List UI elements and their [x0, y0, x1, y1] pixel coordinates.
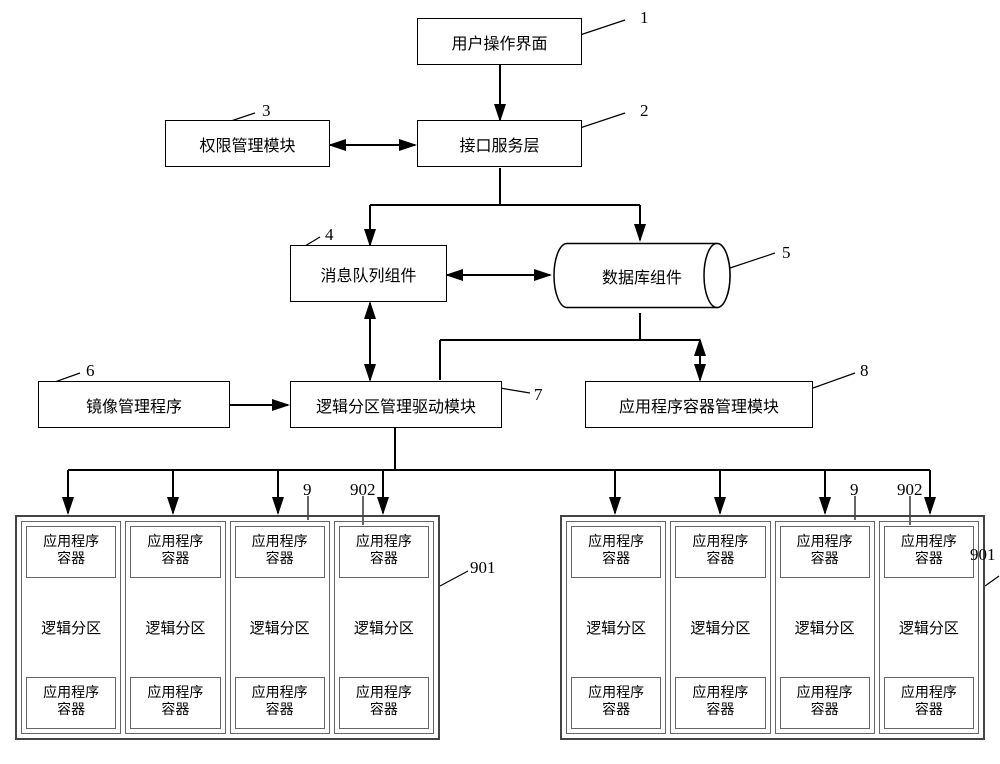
- logic-partition-label: 逻辑分区: [675, 605, 765, 650]
- num-7: 7: [534, 385, 543, 405]
- num-901: 901: [470, 558, 496, 578]
- node-user-interface: 用户操作界面: [417, 18, 582, 65]
- node-label: 用户操作界面: [451, 30, 547, 54]
- logic-partition-col: 应用程序 容器 逻辑分区 应用程序 容器: [670, 521, 770, 734]
- num-4: 4: [325, 225, 334, 245]
- logic-partition-label: 逻辑分区: [235, 605, 325, 650]
- app-container-cell: 应用程序 容器: [339, 526, 429, 578]
- logic-partition-label: 逻辑分区: [571, 605, 661, 650]
- node-label: 应用程序容器管理模块: [619, 393, 779, 417]
- num-9: 9: [850, 480, 859, 500]
- num-902: 902: [897, 480, 923, 500]
- num-3: 3: [262, 101, 271, 121]
- num-1: 1: [640, 8, 649, 28]
- node-database: 数据库组件: [552, 238, 732, 313]
- num-6: 6: [86, 361, 95, 381]
- logic-partition-col: 应用程序 容器 逻辑分区 应用程序 容器: [879, 521, 979, 734]
- app-container-cell: 应用程序 容器: [235, 677, 325, 729]
- app-container-cell: 应用程序 容器: [884, 526, 974, 578]
- app-container-cell: 应用程序 容器: [339, 677, 429, 729]
- app-container-cell: 应用程序 容器: [26, 526, 116, 578]
- app-container-cell: 应用程序 容器: [26, 677, 116, 729]
- app-container-cell: 应用程序 容器: [675, 526, 765, 578]
- node-interface-service: 接口服务层: [417, 120, 582, 167]
- logic-partition-label: 逻辑分区: [26, 605, 116, 650]
- node-label: 权限管理模块: [199, 132, 295, 156]
- num-901: 901: [970, 545, 996, 565]
- logic-partition-col: 应用程序 容器 逻辑分区 应用程序 容器: [334, 521, 434, 734]
- app-container-cell: 应用程序 容器: [884, 677, 974, 729]
- logic-partition-col: 应用程序 容器 逻辑分区 应用程序 容器: [21, 521, 121, 734]
- node-label: 接口服务层: [459, 132, 539, 156]
- logic-partition-label: 逻辑分区: [884, 605, 974, 650]
- node-permission-mgmt: 权限管理模块: [165, 120, 330, 167]
- num-2: 2: [640, 101, 649, 121]
- num-9: 9: [303, 480, 312, 500]
- node-label: 逻辑分区管理驱动模块: [316, 393, 476, 417]
- node-label: 数据库组件: [552, 264, 732, 288]
- logic-partition-col: 应用程序 容器 逻辑分区 应用程序 容器: [230, 521, 330, 734]
- node-image-mgmt: 镜像管理程序: [38, 381, 230, 428]
- logic-partition-col: 应用程序 容器 逻辑分区 应用程序 容器: [566, 521, 666, 734]
- server-group-left: 应用程序 容器 逻辑分区 应用程序 容器 应用程序 容器 逻辑分区 应用程序 容…: [15, 515, 440, 740]
- node-message-queue: 消息队列组件: [290, 245, 447, 302]
- node-logic-partition-driver: 逻辑分区管理驱动模块: [290, 381, 502, 428]
- num-902: 902: [350, 480, 376, 500]
- logic-partition-col: 应用程序 容器 逻辑分区 应用程序 容器: [775, 521, 875, 734]
- app-container-cell: 应用程序 容器: [780, 677, 870, 729]
- app-container-cell: 应用程序 容器: [675, 677, 765, 729]
- app-container-cell: 应用程序 容器: [235, 526, 325, 578]
- node-label: 消息队列组件: [320, 262, 416, 286]
- logic-partition-label: 逻辑分区: [339, 605, 429, 650]
- logic-partition-label: 逻辑分区: [130, 605, 220, 650]
- app-container-cell: 应用程序 容器: [571, 677, 661, 729]
- logic-partition-label: 逻辑分区: [780, 605, 870, 650]
- node-label: 镜像管理程序: [86, 393, 182, 417]
- num-8: 8: [860, 361, 869, 381]
- num-5: 5: [782, 243, 791, 263]
- server-group-right: 应用程序 容器 逻辑分区 应用程序 容器 应用程序 容器 逻辑分区 应用程序 容…: [560, 515, 985, 740]
- app-container-cell: 应用程序 容器: [130, 677, 220, 729]
- logic-partition-col: 应用程序 容器 逻辑分区 应用程序 容器: [125, 521, 225, 734]
- node-app-container-mgmt: 应用程序容器管理模块: [585, 381, 813, 428]
- app-container-cell: 应用程序 容器: [780, 526, 870, 578]
- app-container-cell: 应用程序 容器: [571, 526, 661, 578]
- app-container-cell: 应用程序 容器: [130, 526, 220, 578]
